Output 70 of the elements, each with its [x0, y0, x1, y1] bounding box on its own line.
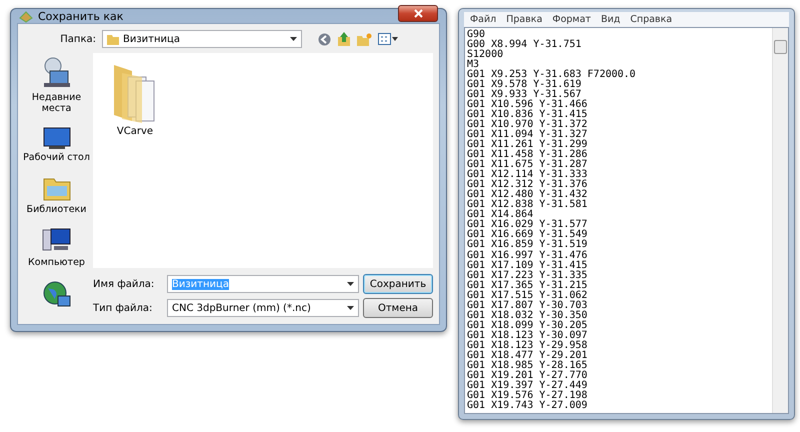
code-line: G01 X10.596 Y-31.466 — [467, 100, 588, 110]
code-line: G01 X10.970 Y-31.372 — [467, 120, 588, 130]
globe-icon — [42, 280, 70, 308]
code-line: G01 X11.261 Y-31.299 — [467, 140, 588, 150]
code-line: G01 X14.864 — [467, 210, 534, 220]
clock-icon — [42, 57, 72, 89]
code-line: G01 X17.109 Y-31.415 — [467, 260, 588, 271]
scrollbar[interactable] — [772, 28, 788, 413]
filetype-label: Тип файла: — [93, 302, 154, 314]
code-line: G01 X18.477 Y-29.201 — [467, 350, 588, 361]
view-menu-icon[interactable] — [378, 33, 398, 45]
code-line: G01 X17.515 Y-31.062 — [467, 290, 588, 301]
code-line: M3 — [467, 60, 480, 70]
menu-item[interactable]: Правка — [506, 14, 542, 25]
close-icon — [414, 8, 422, 18]
menu-item[interactable]: Справка — [630, 14, 672, 25]
code-line: G01 X19.743 Y-27.009 — [467, 400, 588, 411]
menu-item[interactable]: Вид — [600, 14, 620, 25]
file-name[interactable]: VCarve — [116, 126, 154, 137]
code-line: G01 X17.365 Y-31.215 — [467, 280, 588, 291]
code-line: G01 X17.807 Y-30.703 — [467, 300, 588, 311]
code-line: G01 X9.578 Y-31.619 — [467, 80, 582, 90]
code-line: G01 X11.094 Y-31.327 — [467, 130, 588, 140]
sidebar-place[interactable] — [42, 280, 70, 308]
filetype-dropdown[interactable]: CNC 3dpBurner (mm) (*.nc) — [167, 299, 359, 317]
code-line: G01 X10.836 Y-31.415 — [467, 110, 588, 120]
folder-dropdown[interactable]: Визитница — [102, 30, 302, 48]
code-line: G01 X9.253 Y-31.683 F72000.0 — [467, 70, 637, 80]
code-line: G01 X19.397 Y-27.449 — [467, 380, 588, 391]
monitor-icon — [42, 126, 70, 149]
code-line: G01 X19.201 Y-27.770 — [467, 370, 588, 381]
code-line: G00 X8.994 Y-31.751 — [467, 40, 582, 50]
folder-label: Папка: — [60, 34, 96, 44]
filename-label: Имя файла: — [93, 278, 156, 290]
caret-icon — [290, 37, 297, 41]
folder-icon — [107, 34, 119, 44]
caret-icon — [347, 282, 354, 286]
code-line: S12000 — [467, 50, 504, 60]
code-line: G01 X11.458 Y-31.286 — [467, 150, 588, 160]
code-line: G01 X18.123 Y-30.097 — [467, 330, 588, 341]
code-line: G01 X18.099 Y-30.205 — [467, 320, 588, 331]
up-folder-icon[interactable] — [337, 32, 351, 46]
code-line: G01 X12.114 Y-31.333 — [467, 170, 588, 180]
code-line: G01 X19.576 Y-27.198 — [467, 390, 588, 401]
code-line: G01 X16.669 Y-31.549 — [467, 230, 588, 240]
code-line: G01 X16.997 Y-31.476 — [467, 250, 588, 260]
code-line: G01 X16.859 Y-31.519 — [467, 240, 588, 250]
code-line: G01 X12.312 Y-31.376 — [467, 180, 588, 190]
close-button[interactable] — [398, 4, 438, 22]
code-line: G01 X11.675 Y-31.287 — [467, 160, 588, 170]
sidebar-place[interactable]: Рабочий стол — [23, 126, 90, 164]
menu-item[interactable]: Файл — [470, 14, 496, 25]
code-line: G90 — [467, 30, 486, 40]
menu-item[interactable]: Формат — [552, 14, 591, 25]
code-line: G01 X12.480 Y-31.432 — [467, 190, 588, 200]
window-title: Сохранить как — [38, 10, 124, 22]
code-line: G01 X9.933 Y-31.567 — [467, 90, 582, 100]
code-line: G01 X18.123 Y-29.958 — [467, 340, 588, 351]
sidebar-place[interactable]: Компьютер — [28, 228, 85, 268]
code-line: G01 X17.223 Y-31.335 — [467, 270, 588, 281]
code-line: G01 X18.032 Y-30.350 — [467, 310, 588, 321]
code-line: G01 X18.985 Y-28.165 — [467, 360, 588, 371]
save-button[interactable]: Сохранить — [363, 274, 433, 294]
code-line: G01 X16.029 Y-31.577 — [467, 220, 588, 230]
cancel-button[interactable]: Отмена — [363, 298, 433, 318]
code-line: G01 X12.838 Y-31.581 — [467, 200, 588, 210]
back-icon[interactable] — [318, 32, 331, 46]
caret-icon — [347, 306, 354, 310]
sidebar-place[interactable]: Недавние места — [22, 57, 91, 115]
sidebar-place[interactable]: Библиотеки — [26, 175, 86, 216]
